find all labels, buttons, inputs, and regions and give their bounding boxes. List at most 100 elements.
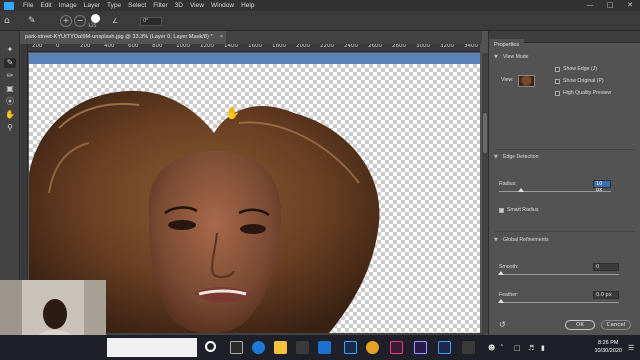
radius-slider-knob[interactable]: [518, 188, 525, 192]
properties-header: Properties: [489, 31, 640, 51]
view-thumbnail[interactable]: [518, 75, 535, 87]
mail-icon[interactable]: [318, 341, 331, 354]
ruler-label: 3000: [416, 44, 430, 49]
svg-text:✋: ✋: [225, 106, 240, 120]
smooth-slider-knob[interactable]: [498, 271, 504, 275]
ok-button[interactable]: OK: [565, 320, 595, 330]
taskbar-search[interactable]: [107, 338, 197, 357]
subtract-mode-icon[interactable]: −: [74, 15, 86, 27]
home-icon[interactable]: ⌂: [4, 15, 16, 27]
radius-field[interactable]: 10 px: [593, 180, 611, 193]
ruler-label: 2400: [344, 44, 358, 49]
add-mode-icon[interactable]: +: [60, 15, 72, 27]
people-icon[interactable]: ☻: [488, 344, 495, 352]
lasso-tool-icon[interactable]: ⦿: [4, 97, 16, 107]
show-original-label: Show Original (P): [563, 78, 604, 84]
task-view-icon[interactable]: [230, 341, 243, 354]
high-quality-label: High Quality Preview: [563, 90, 612, 96]
quick-selection-tool-icon[interactable]: ✦: [4, 45, 16, 55]
menu-view[interactable]: View: [190, 0, 204, 11]
indesign-icon[interactable]: [390, 341, 403, 354]
photoshop-taskbar-icon[interactable]: [344, 341, 357, 354]
smooth-field[interactable]: 0: [593, 263, 619, 271]
ruler-label: 2800: [392, 44, 406, 49]
ruler-label: 1600: [248, 44, 262, 49]
global-refinements-caret-icon[interactable]: ▼: [494, 237, 498, 243]
close-tab-icon[interactable]: ×: [220, 31, 223, 44]
ruler-label: 2000: [296, 44, 310, 49]
premiere-icon[interactable]: [414, 341, 427, 354]
clock-time: 8:26 PM: [597, 340, 619, 346]
show-edge-label: Show Edge (J): [563, 66, 598, 72]
taskbar-clock[interactable]: 8:26 PM 10/30/2020: [594, 339, 622, 355]
show-edge-checkbox[interactable]: [555, 67, 560, 72]
clock-date: 10/30/2020: [594, 348, 622, 354]
brush-size-value: 125: [88, 24, 97, 29]
view-mode-caret-icon[interactable]: ▼: [494, 54, 498, 60]
cortana-icon[interactable]: [205, 341, 216, 352]
tray-chevron-icon[interactable]: ˄: [500, 344, 504, 352]
ruler-label: 200: [32, 44, 43, 49]
menu-type[interactable]: Type: [107, 0, 121, 11]
ruler-label: 3200: [440, 44, 454, 49]
app-icon[interactable]: [462, 341, 475, 354]
menu-edit[interactable]: Edit: [40, 0, 51, 11]
hand-tool-icon[interactable]: ✋: [4, 110, 16, 120]
angle-field[interactable]: 0°: [140, 17, 162, 26]
document-tab[interactable]: park-street-KYUtTYOal9M-unsplash.jpg @ 3…: [20, 31, 226, 44]
object-selection-icon[interactable]: ▣: [4, 84, 16, 94]
ruler-label: 2200: [320, 44, 334, 49]
zoom-tool-icon[interactable]: ⚲: [4, 123, 16, 133]
refine-edge-brush-icon[interactable]: ✎: [4, 58, 16, 68]
photoshop-taskbar-icon-2[interactable]: [438, 341, 451, 354]
divider: [495, 231, 635, 232]
store-icon[interactable]: [296, 341, 309, 354]
scrollbar-thumb[interactable]: [483, 113, 487, 153]
edge-browser-icon[interactable]: [252, 341, 265, 354]
edge-detection-caret-icon[interactable]: ▼: [494, 154, 498, 160]
smooth-slider[interactable]: [499, 274, 619, 275]
refine-brush-icon[interactable]: ✎: [28, 15, 40, 27]
menu-layer[interactable]: Layer: [84, 0, 100, 11]
properties-panel: Properties ▼ View Mode View: Show Edge (…: [488, 31, 640, 335]
high-quality-checkbox[interactable]: [555, 91, 560, 96]
feather-slider-knob[interactable]: [498, 299, 504, 303]
radius-label: Radius:: [499, 181, 517, 187]
minimize-icon[interactable]: —: [580, 0, 600, 11]
smart-radius-checkbox[interactable]: [499, 208, 504, 213]
radius-slider[interactable]: [499, 191, 611, 192]
brush-preview-icon[interactable]: [91, 14, 100, 23]
chrome-icon[interactable]: [366, 341, 379, 354]
maximize-icon[interactable]: □: [600, 0, 620, 11]
menu-help[interactable]: Help: [241, 0, 254, 11]
show-original-checkbox[interactable]: [555, 79, 560, 84]
feather-slider[interactable]: [499, 302, 619, 303]
menu-filter[interactable]: Filter: [153, 0, 167, 11]
file-explorer-icon[interactable]: [274, 341, 287, 354]
horizontal-ruler: 200 0 200 400 600 800 1000 1200 1400 1600 1800 2000…: [28, 44, 480, 52]
close-icon[interactable]: ✕: [620, 0, 640, 11]
cancel-button[interactable]: Cancel: [601, 320, 631, 330]
menu-image[interactable]: Image: [59, 0, 77, 11]
photoshop-window: File Edit Image Layer Type Select Filter…: [0, 0, 640, 360]
menu-3d[interactable]: 3D: [175, 0, 183, 11]
battery-icon[interactable]: ▮: [541, 344, 545, 352]
reset-icon[interactable]: ↺: [499, 320, 506, 329]
view-label: View:: [501, 77, 514, 83]
network-icon[interactable]: □: [514, 344, 521, 352]
notifications-icon[interactable]: ☰: [628, 344, 634, 352]
document-tab-bar: park-street-KYUtTYOal9M-unsplash.jpg @ 3…: [20, 31, 482, 44]
ruler-label: 800: [152, 44, 163, 49]
properties-tab[interactable]: Properties: [489, 39, 525, 51]
ruler-label: 200: [80, 44, 91, 49]
ruler-label: 400: [104, 44, 115, 49]
document-tab-title: park-street-KYUtTYOal9M-unsplash.jpg @ 3…: [25, 34, 213, 40]
brush-tool-icon[interactable]: ✏: [4, 71, 16, 81]
volume-icon[interactable]: ♬: [528, 344, 534, 352]
menu-select[interactable]: Select: [128, 0, 146, 11]
smooth-label: Smooth:: [499, 264, 519, 270]
feather-field[interactable]: 0.0 px: [593, 291, 619, 299]
menu-file[interactable]: File: [23, 0, 33, 11]
ruler-label: 1400: [224, 44, 238, 49]
menu-window[interactable]: Window: [211, 0, 234, 11]
